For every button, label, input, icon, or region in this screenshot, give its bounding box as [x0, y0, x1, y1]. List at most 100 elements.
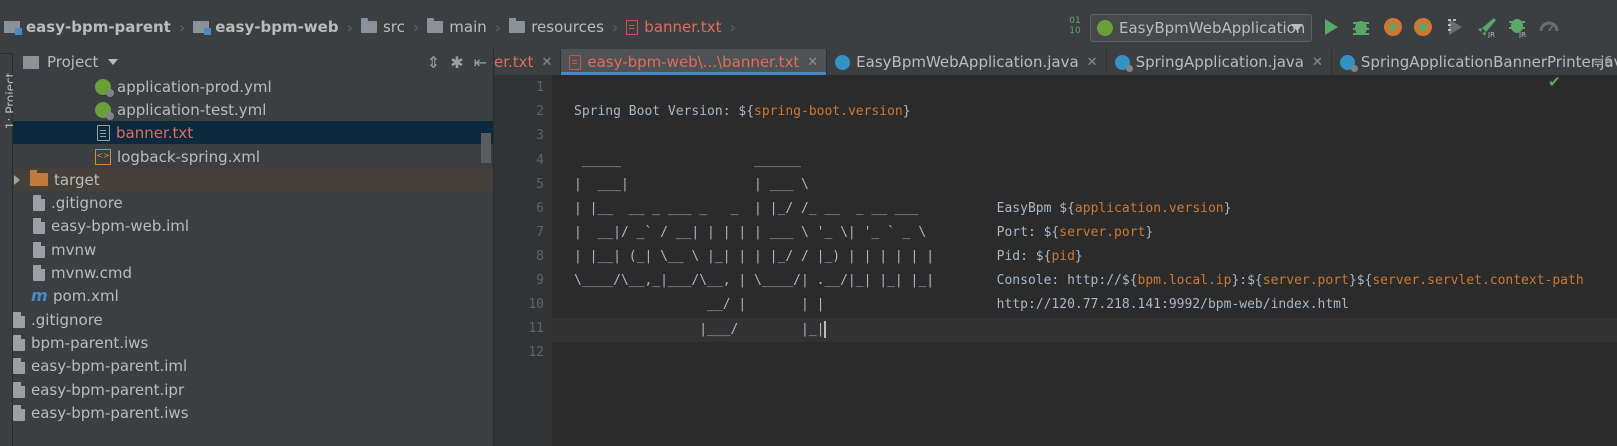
breadcrumb-item-easy-bpm-parent[interactable]: easy-bpm-parent	[0, 18, 175, 36]
file-icon	[13, 404, 25, 421]
tree-item-mvnw[interactable]: mvnw	[13, 238, 493, 261]
tree-item-easy-bpm-parent-ipr[interactable]: easy-bpm-parent.ipr	[13, 378, 493, 401]
jrebel-run-button[interactable]: JR	[1476, 16, 1498, 38]
code-line: |___/ |_|	[574, 321, 827, 338]
breadcrumb-item-banner-txt[interactable]: banner.txt	[622, 18, 725, 36]
tab-overflow-menu[interactable]: ≡6	[1591, 49, 1615, 75]
placeholder-variable: server.servlet.context-path	[1372, 273, 1584, 288]
file-icon	[33, 194, 45, 211]
maven-icon: m	[31, 286, 48, 305]
xml-file-icon: <>	[95, 148, 111, 165]
play-icon	[1325, 19, 1338, 35]
tree-item-application-prod-yml[interactable]: application-prod.yml	[13, 75, 493, 98]
jrebel-bug-icon: JR	[1509, 19, 1526, 38]
folder-icon	[360, 18, 377, 33]
tree-item-gitignore[interactable]: .gitignore	[13, 191, 493, 214]
tree-item-easy-bpm-parent-iml[interactable]: easy-bpm-parent.iml	[13, 354, 493, 377]
file-icon	[33, 217, 45, 234]
tree-item-logback-spring-xml[interactable]: <> logback-spring.xml	[13, 145, 493, 168]
placeholder-variable: bpm.local.ip	[1137, 273, 1232, 288]
attach-profiler-button[interactable]	[1538, 16, 1560, 38]
concurrency-icon	[1448, 19, 1462, 35]
svg-text:JR: JR	[1487, 31, 1495, 38]
run-with-coverage-button[interactable]	[1382, 16, 1404, 38]
tree-item-bpm-parent-iws[interactable]: bpm-parent.iws	[13, 331, 493, 354]
line-number: 2	[536, 104, 544, 119]
project-tree-scrollbar[interactable]	[481, 133, 491, 163]
line-number: 4	[536, 153, 544, 168]
code-line: | __|/ _` / __| | | | | ___ \ '_ \| '_ `…	[574, 225, 1154, 240]
inspection-ok-icon[interactable]: ✔	[1548, 73, 1561, 91]
code-editor[interactable]: Spring Boot Version: ${spring-boot.versi…	[552, 75, 1617, 446]
tree-item-pom-xml[interactable]: m pom.xml	[13, 284, 493, 307]
project-icon	[23, 55, 39, 69]
tab-springapplicationbannerprinter-java[interactable]: SpringApplicationBannerPrinter.java ✕	[1332, 49, 1617, 75]
breadcrumb-item-resources[interactable]: resources	[505, 18, 608, 36]
project-panel-title[interactable]: Project	[47, 53, 98, 71]
placeholder-variable: server.port	[1262, 273, 1349, 288]
breadcrumb-item-src[interactable]: src	[357, 18, 409, 36]
chevron-right-icon: ›	[494, 17, 502, 37]
class-locked-icon	[1114, 54, 1133, 72]
file-icon	[33, 264, 45, 281]
code-line: _____ ______	[574, 153, 801, 168]
run-configuration-dropdown[interactable]: EasyBpmWebApplication	[1090, 14, 1312, 42]
run-button[interactable]	[1320, 16, 1342, 38]
tab-easybpmwebapplication-java[interactable]: EasyBpmWebApplication.java ✕	[827, 49, 1107, 75]
tree-item-application-test-yml[interactable]: application-test.yml	[13, 98, 493, 121]
tree-item-mvnw-cmd[interactable]: mvnw.cmd	[13, 261, 493, 284]
code-line: __/ | | | http://120.77.218.141:9992/bpm…	[574, 297, 1349, 312]
close-icon[interactable]: ✕	[1312, 55, 1323, 70]
gear-icon[interactable]: ✱	[450, 53, 463, 72]
placeholder-variable: spring-boot.version	[754, 104, 903, 119]
bug-icon	[1353, 21, 1369, 35]
concurrency-button[interactable]	[1444, 16, 1466, 38]
spring-config-icon	[95, 78, 114, 97]
tab-banner-txt[interactable]: easy-bpm-web\...\banner.txt ✕	[561, 49, 828, 75]
tree-item-easy-bpm-web-iml[interactable]: easy-bpm-web.iml	[13, 214, 493, 237]
project-tool-window-tab[interactable]: 1: Project	[0, 54, 17, 446]
chevron-right-icon: ›	[611, 17, 619, 37]
profile-button[interactable]	[1412, 16, 1434, 38]
chevron-right-icon[interactable]	[14, 174, 20, 185]
chevron-right-icon: ›	[346, 17, 353, 37]
sort-digits-icon[interactable]: 01 10	[1064, 16, 1086, 40]
hide-panel-icon[interactable]: ⇤	[474, 53, 487, 72]
line-number: 3	[536, 128, 544, 143]
jrebel-rocket-icon: JR	[1478, 18, 1496, 38]
tree-item-easy-bpm-parent-iws[interactable]: easy-bpm-parent.iws	[13, 401, 493, 424]
resources-folder-icon	[509, 18, 526, 33]
svg-text:JR: JR	[1518, 31, 1526, 38]
placeholder-variable: pid	[1051, 249, 1075, 264]
breadcrumb-item-main[interactable]: main	[423, 18, 490, 36]
line-number: 12	[528, 345, 544, 360]
breadcrumb: easy-bpm-parent › easy-bpm-web › src › m…	[0, 6, 740, 48]
text-caret	[824, 321, 827, 338]
line-number: 7	[536, 225, 544, 240]
project-tree: application-prod.yml application-test.ym…	[13, 75, 493, 446]
spring-config-icon	[95, 101, 114, 120]
jrebel-debug-button[interactable]: JR	[1507, 16, 1529, 38]
tree-item-gitignore-root[interactable]: .gitignore	[13, 308, 493, 331]
line-number: 8	[536, 249, 544, 264]
debug-button[interactable]	[1350, 16, 1372, 38]
class-icon	[835, 54, 851, 70]
placeholder-variable: server.port	[1059, 225, 1146, 240]
code-line: | |__ __ _ ___ _ _ | |_/ /_ __ _ __ ___ …	[574, 201, 1232, 216]
close-icon[interactable]: ✕	[1087, 55, 1098, 70]
close-icon[interactable]: ✕	[541, 55, 552, 70]
tree-item-target[interactable]: target	[13, 168, 493, 191]
code-line: Spring Boot Version: ${spring-boot.versi…	[574, 104, 911, 119]
collapse-all-icon[interactable]: ⇕	[427, 53, 440, 72]
breadcrumb-item-easy-bpm-web[interactable]: easy-bpm-web	[189, 18, 342, 36]
tab-banner-txt-partial[interactable]: er.txt ✕	[494, 49, 562, 75]
tab-springapplication-java[interactable]: SpringApplication.java ✕	[1107, 49, 1332, 75]
chevron-down-icon[interactable]	[108, 59, 119, 65]
gauge-icon	[1539, 21, 1559, 32]
line-number: 1	[536, 80, 544, 95]
code-line: \____/\__,_|___/\__, | \____/| .__/|_| |…	[574, 273, 1584, 288]
chevron-down-icon	[1291, 24, 1303, 31]
tree-item-banner-txt[interactable]: banner.txt	[13, 121, 493, 144]
close-icon[interactable]: ✕	[807, 55, 818, 70]
line-number: 5	[536, 177, 544, 192]
